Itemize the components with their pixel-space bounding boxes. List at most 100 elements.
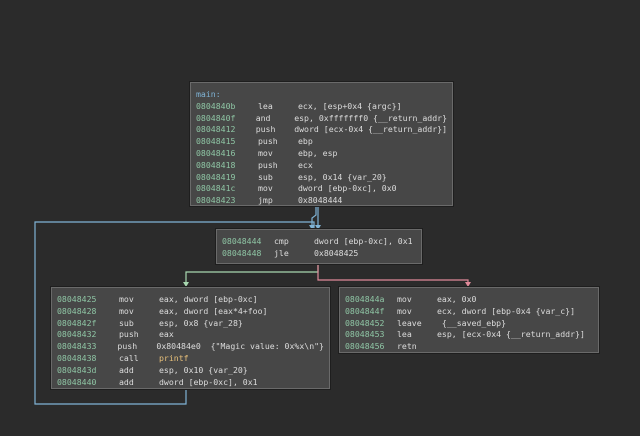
instruction-row[interactable]: 08048452 leave {__saved_ebp} <box>345 318 593 330</box>
edge-cmp-to-loop[interactable] <box>185 263 319 284</box>
instruction-row[interactable]: 08048428 mov eax, dword [eax*4+foo] <box>57 306 324 318</box>
instruction-operands: ebp <box>298 136 313 147</box>
instruction-address: 0804844a <box>345 294 385 304</box>
instruction-row[interactable]: 08048444 cmp dword [ebp-0xc], 0x1 <box>222 236 416 248</box>
instruction-operands: dword [ecx-0x4 {__return_addr}] <box>294 124 447 135</box>
instruction-operands: ebp, esp <box>298 147 338 158</box>
instruction-operands: esp, [ecx-0x4 {__return_addr}] <box>437 329 585 340</box>
instruction-operands: printf <box>159 352 189 363</box>
instruction-row[interactable]: 08048412 push dword [ecx-0x4 {__return_add… <box>196 124 447 136</box>
instruction-operands: 0x80484e0 {"Magic value: 0x%x\n"} <box>156 341 324 352</box>
instruction-row[interactable]: 08048448 jle 0x8048425 <box>222 248 416 260</box>
instruction-address: 08048438 <box>57 352 97 363</box>
instruction-row[interactable]: 08048418 push ecx <box>196 160 447 172</box>
instruction-mnemonic: mov <box>397 305 412 316</box>
instruction-mnemonic: leave <box>397 317 422 328</box>
instruction-operands: esp, 0x8 {var_28} <box>159 317 243 328</box>
block-label: main: <box>196 89 221 99</box>
instruction-row[interactable]: 08048419 sub esp, 0x14 {var_20} <box>196 172 447 184</box>
instruction-mnemonic: push <box>258 159 278 170</box>
instruction-address: 08048448 <box>222 247 262 258</box>
instruction-mnemonic: push <box>255 124 276 135</box>
instruction-mnemonic: sub <box>119 317 134 328</box>
instruction-address: 08048425 <box>57 294 97 304</box>
instruction-address: 08048453 <box>345 329 385 340</box>
instruction-row[interactable]: 0804841c mov dword [ebp-0xc], 0x0 <box>196 183 447 195</box>
instruction-operands: ecx, [esp+0x4 {argc}] <box>298 100 402 111</box>
instruction-row[interactable]: 08048415 push ebp <box>196 136 447 148</box>
instruction-address: 08048419 <box>196 171 236 182</box>
instruction-row[interactable]: 08048440 add dword [ebp-0xc], 0x1 <box>57 377 324 389</box>
instruction-address: 08048416 <box>196 147 236 158</box>
instruction-operands: 0x8048425 <box>314 247 359 258</box>
instruction-address: 08048440 <box>57 376 97 387</box>
instruction-address: 0804841c <box>196 183 236 194</box>
instruction-mnemonic: sub <box>258 171 273 182</box>
instruction-mnemonic: mov <box>258 183 273 194</box>
instruction-row[interactable]: 0804840b lea ecx, [esp+0x4 {argc}] <box>196 101 447 113</box>
instruction-mnemonic: jle <box>274 247 289 258</box>
instruction-row[interactable]: 08048432 push eax <box>57 329 324 341</box>
instruction-row[interactable]: 08048438 call printf <box>57 353 324 365</box>
instruction-mnemonic: mov <box>397 294 412 304</box>
instruction-operands: eax, 0x0 <box>437 294 477 304</box>
instruction-address: 08048456 <box>345 341 385 352</box>
instruction-mnemonic: lea <box>258 100 273 111</box>
instruction-mnemonic: push <box>258 136 278 147</box>
instruction-address: 0804840b <box>196 100 236 111</box>
instruction-mnemonic: push <box>119 329 139 340</box>
instruction-mnemonic: mov <box>258 147 273 158</box>
instruction-address: 08048432 <box>57 329 97 340</box>
instruction-mnemonic: add <box>119 364 134 375</box>
instruction-address: 08048452 <box>345 317 385 328</box>
instruction-operands: esp, 0x14 {var_20} <box>298 171 387 182</box>
instruction-mnemonic: jmp <box>258 195 273 206</box>
instruction-row[interactable]: 0804843d add esp, 0x10 {var_20} <box>57 365 324 377</box>
instruction-address: 0804842f <box>57 317 97 328</box>
instruction-address: 08048415 <box>196 136 236 147</box>
instruction-row[interactable]: 08048425 mov eax, dword [ebp-0xc] <box>57 294 324 306</box>
basic-block-exit[interactable]: 0804844a mov eax, 0x0 0804844f mov ecx, dword… <box>339 287 599 353</box>
instruction-row[interactable]: 0804844a mov eax, 0x0 <box>345 294 593 306</box>
instruction-mnemonic: call <box>119 352 139 363</box>
instruction-address: 08048444 <box>222 236 262 246</box>
instruction-operands: esp, 0xfffffff0 {__return_addr} <box>294 112 447 123</box>
instruction-address: 08048412 <box>196 124 236 135</box>
instruction-operands: 0x8048444 <box>298 195 343 206</box>
instruction-operands: {__saved_ebp} <box>437 317 507 328</box>
instruction-address: 08048428 <box>57 305 97 316</box>
instruction-address: 08048423 <box>196 195 236 206</box>
edge-cmp-to-exit[interactable] <box>317 263 469 284</box>
instruction-address: 08048433 <box>57 341 97 352</box>
instruction-address: 0804843d <box>57 364 97 375</box>
instruction-operands: dword [ebp-0xc], 0x1 <box>314 236 413 246</box>
instruction-row[interactable]: 08048423 jmp 0x8048444 <box>196 195 447 207</box>
instruction-address: 0804844f <box>345 305 385 316</box>
instruction-mnemonic: retn <box>397 341 417 352</box>
instruction-operands: esp, 0x10 {var_20} <box>159 364 248 375</box>
instruction-row[interactable]: 08048456 retn <box>345 341 593 353</box>
instruction-address: 08048418 <box>196 159 236 170</box>
instruction-operands: eax, dword [eax*4+foo] <box>159 305 268 316</box>
instruction-operands: ecx, dword [ebp-0x4 {var_c}] <box>437 305 576 316</box>
instruction-mnemonic: lea <box>397 329 412 340</box>
basic-block-cmp[interactable]: 08048444 cmp dword [ebp-0xc], 0x1 08048448 j… <box>216 229 422 264</box>
instruction-operands: dword [ebp-0xc], 0x1 <box>159 376 258 387</box>
instruction-operands: eax <box>159 329 174 340</box>
instruction-operands: eax, dword [ebp-0xc] <box>159 294 258 304</box>
basic-block-loop-body[interactable]: 08048425 mov eax, dword [ebp-0xc] 08048428 m… <box>51 287 330 389</box>
instruction-row[interactable]: 0804844f mov ecx, dword [ebp-0x4 {var_c}] <box>345 306 593 318</box>
instruction-row[interactable]: 0804842f sub esp, 0x8 {var_28} <box>57 318 324 330</box>
instruction-mnemonic: mov <box>119 294 134 304</box>
instruction-row[interactable]: 0804840f and esp, 0xfffffff0 {__return_add… <box>196 113 447 125</box>
basic-block-main[interactable]: main: 0804840b lea ecx, [esp+0x4 {argc}] 08… <box>190 82 453 206</box>
instruction-row[interactable]: 08048416 mov ebp, esp <box>196 148 447 160</box>
instruction-row[interactable]: 08048433 push 0x80484e0 {"Magic value: 0x%… <box>57 341 324 353</box>
instruction-mnemonic: mov <box>119 305 134 316</box>
instruction-mnemonic: cmp <box>274 236 289 246</box>
instruction-operands: dword [ebp-0xc], 0x0 <box>298 183 397 194</box>
instruction-row[interactable]: 08048453 lea esp, [ecx-0x4 {__return_addr}… <box>345 329 593 341</box>
instruction-mnemonic: push <box>117 341 138 352</box>
instruction-operands: ecx <box>298 159 313 170</box>
instruction-mnemonic: add <box>119 376 134 387</box>
